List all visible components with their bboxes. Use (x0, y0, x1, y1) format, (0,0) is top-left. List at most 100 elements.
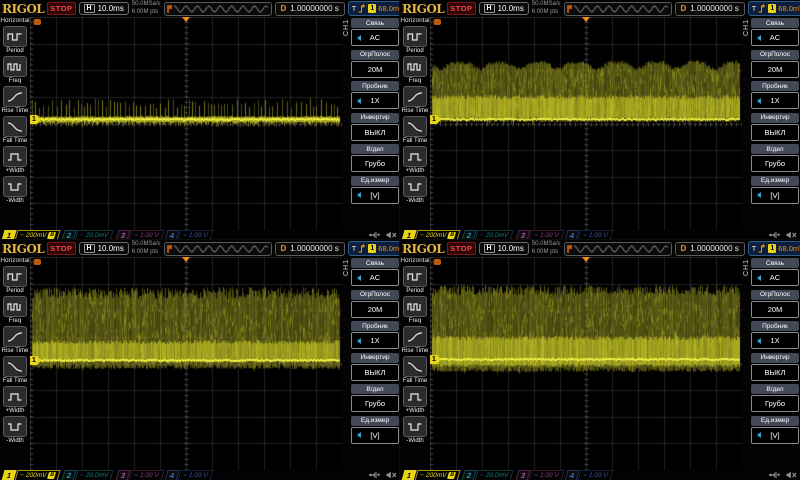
measure-pos-width-button[interactable]: +Width (3, 146, 27, 174)
timebase-readout[interactable]: H 10.0ms (79, 2, 129, 15)
volts-div-header[interactable]: В/дел (751, 384, 799, 394)
trigger-delay-readout[interactable]: D 1.00000000 s (275, 242, 345, 256)
channel3-status[interactable]: 3 = 1.00 V (115, 231, 163, 240)
timebase-readout[interactable]: H 10.0ms (479, 242, 529, 255)
channel1-status[interactable]: 1 ~ 200mV B (402, 231, 461, 240)
channel3-status[interactable]: 3 = 1.00 V (515, 231, 563, 240)
channel1-status[interactable]: 1 ~ 200mV B (2, 471, 61, 480)
measure-fall-time-button[interactable]: Fall Time (3, 356, 27, 384)
bandwidth-header[interactable]: ОгрПолос (351, 50, 399, 60)
measure-neg-width-button[interactable]: -Width (403, 176, 427, 204)
channel4-status[interactable]: 4 = 1.00 V (565, 231, 613, 240)
coupling-header[interactable]: Связь (751, 258, 799, 268)
measure-period-button[interactable]: Period (3, 26, 27, 54)
probe-header[interactable]: Пробник (751, 81, 799, 91)
trigger-info-box[interactable]: T 1 68.0mV (348, 1, 400, 16)
units-header[interactable]: Ед.измер (351, 176, 399, 186)
measure-pos-width-button[interactable]: +Width (403, 386, 427, 414)
units-header[interactable]: Ед.измер (751, 176, 799, 186)
bandwidth-value-button[interactable]: 20M (751, 301, 799, 318)
coupling-header[interactable]: Связь (351, 258, 399, 268)
probe-header[interactable]: Пробник (351, 321, 399, 331)
channel4-status[interactable]: 4 = 1.00 V (165, 231, 213, 240)
invert-value-button[interactable]: ВЫКЛ (351, 124, 399, 141)
channel3-status[interactable]: 3 = 1.00 V (115, 471, 163, 480)
units-value-button[interactable]: [V] (351, 427, 399, 444)
invert-value-button[interactable]: ВЫКЛ (351, 364, 399, 381)
volts-div-value-button[interactable]: Грубо (351, 395, 399, 412)
measure-period-button[interactable]: Period (3, 266, 27, 294)
units-value-button[interactable]: [V] (751, 427, 799, 444)
trigger-info-box[interactable]: T 1 68.0mV (748, 241, 800, 256)
invert-value-button[interactable]: ВЫКЛ (751, 124, 799, 141)
units-header[interactable]: Ед.измер (351, 416, 399, 426)
probe-value-button[interactable]: 1X (351, 92, 399, 109)
channel3-status[interactable]: 3 = 1.00 V (515, 471, 563, 480)
measure-fall-time-button[interactable]: Fall Time (403, 116, 427, 144)
coupling-value-button[interactable]: AC (751, 29, 799, 46)
trigger-info-box[interactable]: T 1 68.0mV (348, 241, 400, 256)
measure-pos-width-button[interactable]: +Width (403, 146, 427, 174)
volts-div-value-button[interactable]: Грубо (351, 155, 399, 172)
probe-value-button[interactable]: 1X (351, 332, 399, 349)
volts-div-header[interactable]: В/дел (351, 384, 399, 394)
measure-fall-time-button[interactable]: Fall Time (403, 356, 427, 384)
bandwidth-value-button[interactable]: 20M (351, 61, 399, 78)
channel2-status[interactable]: 2 ~ 20.0mV (462, 471, 514, 480)
channel4-status[interactable]: 4 = 1.00 V (565, 471, 613, 480)
bandwidth-value-button[interactable]: 20M (351, 301, 399, 318)
coupling-value-button[interactable]: AC (351, 29, 399, 46)
invert-header[interactable]: Инвертир (351, 113, 399, 123)
invert-header[interactable]: Инвертир (751, 113, 799, 123)
measure-freq-button[interactable]: Freq (403, 56, 427, 84)
trigger-delay-readout[interactable]: D 1.00000000 s (275, 2, 345, 16)
timebase-readout[interactable]: H 10.0ms (479, 2, 529, 15)
measure-rise-time-button[interactable]: Rise Time (2, 326, 29, 354)
measure-freq-button[interactable]: Freq (403, 296, 427, 324)
measure-neg-width-button[interactable]: -Width (3, 416, 27, 444)
channel2-status[interactable]: 2 ~ 20.0mV (62, 231, 114, 240)
bandwidth-header[interactable]: ОгрПолос (751, 50, 799, 60)
measure-rise-time-button[interactable]: Rise Time (2, 86, 29, 114)
probe-header[interactable]: Пробник (351, 81, 399, 91)
probe-value-button[interactable]: 1X (751, 92, 799, 109)
bandwidth-header[interactable]: ОгрПолос (351, 290, 399, 300)
trigger-info-box[interactable]: T 1 68.0mV (748, 1, 800, 16)
measure-freq-button[interactable]: Freq (3, 296, 27, 324)
coupling-header[interactable]: Связь (751, 18, 799, 28)
measure-freq-button[interactable]: Freq (3, 56, 27, 84)
volts-div-header[interactable]: В/дел (751, 144, 799, 154)
coupling-value-button[interactable]: AC (351, 269, 399, 286)
measure-neg-width-button[interactable]: -Width (403, 416, 427, 444)
invert-header[interactable]: Инвертир (751, 353, 799, 363)
volts-div-header[interactable]: В/дел (351, 144, 399, 154)
measure-period-button[interactable]: Period (403, 26, 427, 54)
channel1-status[interactable]: 1 ~ 200mV B (402, 471, 461, 480)
measure-rise-time-button[interactable]: Rise Time (402, 326, 429, 354)
measure-period-button[interactable]: Period (403, 266, 427, 294)
channel1-status[interactable]: 1 ~ 200mV B (2, 231, 61, 240)
probe-header[interactable]: Пробник (751, 321, 799, 331)
volts-div-value-button[interactable]: Грубо (751, 155, 799, 172)
volts-div-value-button[interactable]: Грубо (751, 395, 799, 412)
trigger-delay-readout[interactable]: D 1.00000000 s (675, 2, 745, 16)
units-value-button[interactable]: [V] (751, 187, 799, 204)
units-value-button[interactable]: [V] (351, 187, 399, 204)
channel4-status[interactable]: 4 = 1.00 V (165, 471, 213, 480)
trigger-delay-readout[interactable]: D 1.00000000 s (675, 242, 745, 256)
coupling-value-button[interactable]: AC (751, 269, 799, 286)
units-header[interactable]: Ед.измер (751, 416, 799, 426)
channel2-status[interactable]: 2 ~ 20.0mV (462, 231, 514, 240)
measure-rise-time-button[interactable]: Rise Time (402, 86, 429, 114)
bandwidth-value-button[interactable]: 20M (751, 61, 799, 78)
channel2-status[interactable]: 2 ~ 20.0mV (62, 471, 114, 480)
bandwidth-header[interactable]: ОгрПолос (751, 290, 799, 300)
measure-fall-time-button[interactable]: Fall Time (3, 116, 27, 144)
probe-value-button[interactable]: 1X (751, 332, 799, 349)
measure-neg-width-button[interactable]: -Width (3, 176, 27, 204)
invert-header[interactable]: Инвертир (351, 353, 399, 363)
invert-value-button[interactable]: ВЫКЛ (751, 364, 799, 381)
measure-pos-width-button[interactable]: +Width (3, 386, 27, 414)
timebase-readout[interactable]: H 10.0ms (79, 242, 129, 255)
coupling-header[interactable]: Связь (351, 18, 399, 28)
